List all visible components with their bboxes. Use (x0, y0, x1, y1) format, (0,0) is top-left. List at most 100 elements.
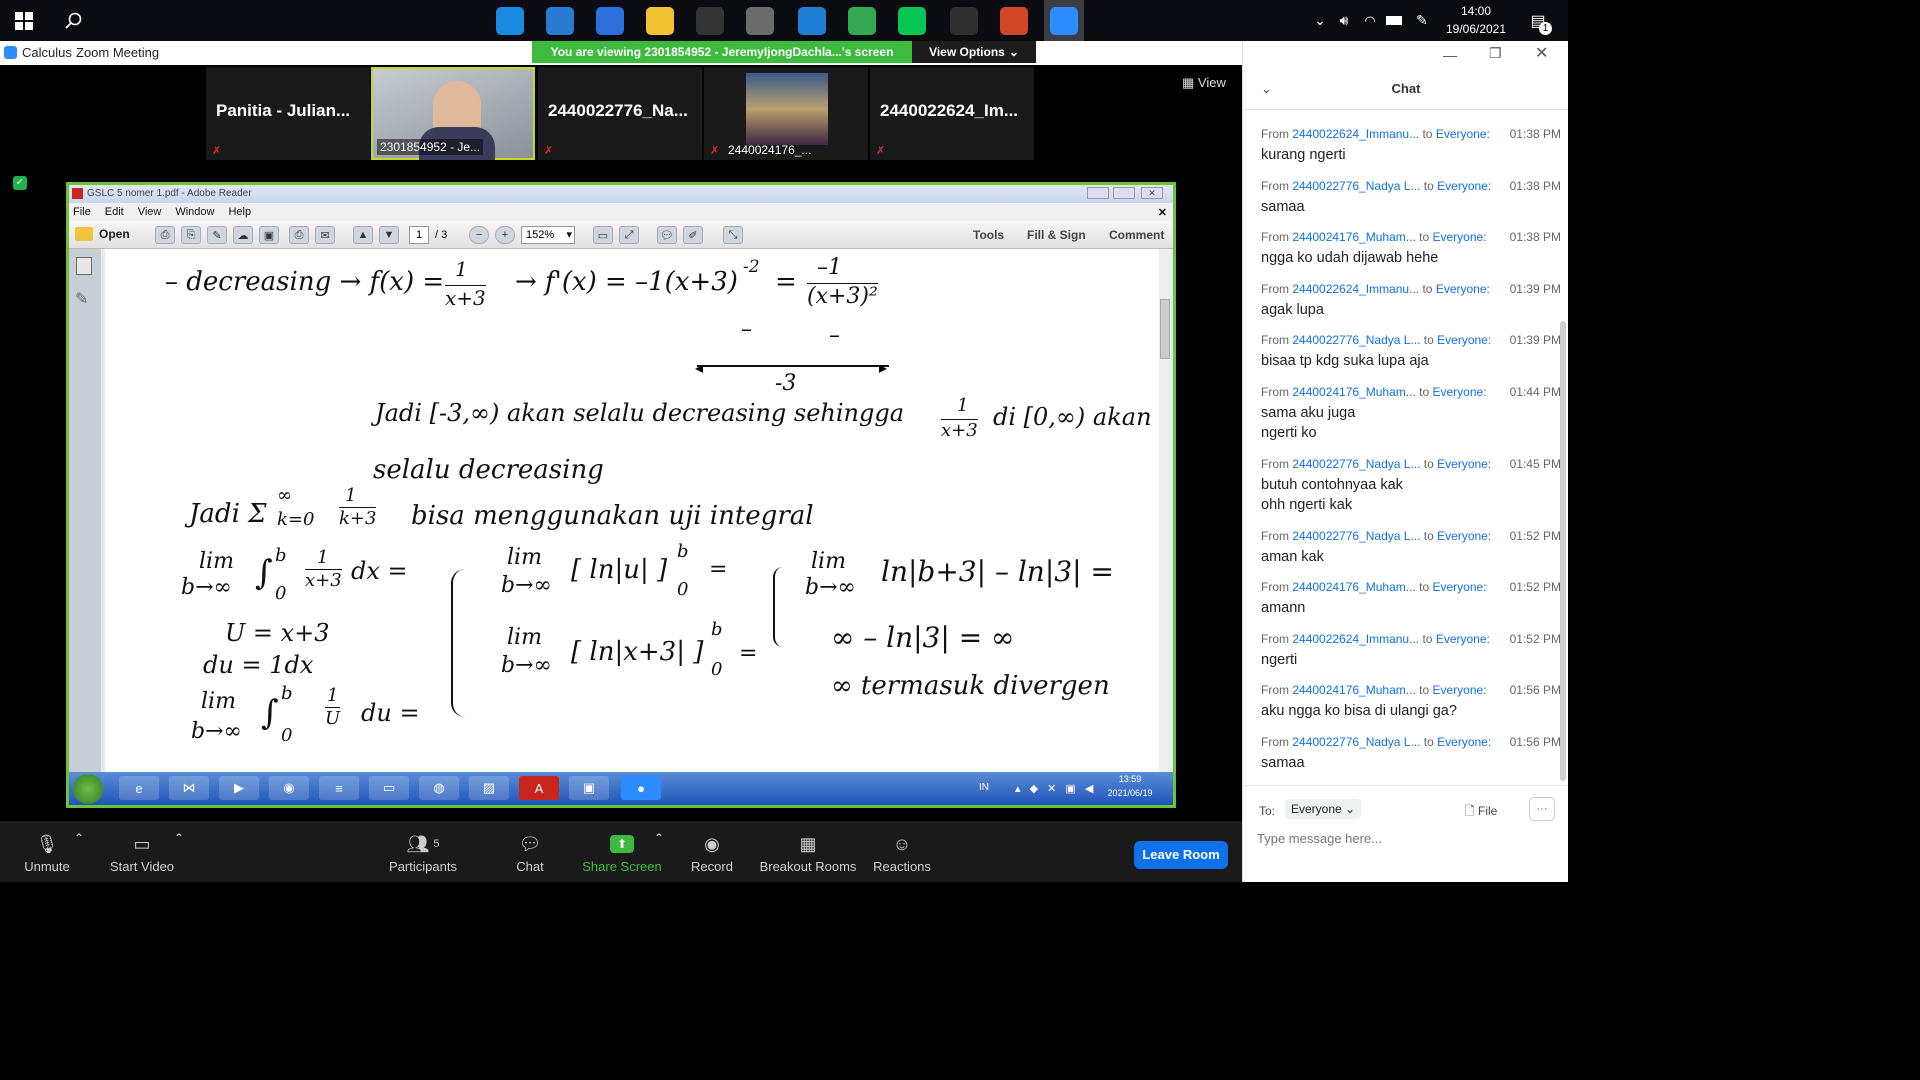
audio-options-chevron-icon[interactable]: ⌃ (72, 831, 86, 845)
taskbar-app[interactable] (740, 0, 780, 41)
taskbar-app[interactable] (792, 0, 832, 41)
taskbar-app[interactable] (690, 0, 730, 41)
clock-time[interactable]: 14:00 (1440, 4, 1512, 18)
zoom-level-select[interactable]: 152% ▾ (521, 226, 575, 244)
sender-name[interactable]: 2440022624_Immanu... (1292, 632, 1419, 646)
leave-room-button[interactable]: Leave Room (1134, 841, 1228, 869)
next-page-icon[interactable]: ▼ (379, 226, 399, 244)
send-file-button[interactable]: 🗋︎ File (1465, 802, 1497, 823)
recipient-name[interactable]: Everyone: (1437, 333, 1491, 347)
recipient-name[interactable]: Everyone: (1432, 385, 1486, 399)
attachments-icon[interactable]: ✎ (75, 289, 88, 309)
battery-icon[interactable] (1384, 0, 1404, 41)
pdf-document-page[interactable]: – decreasing → f(x) = 1 x+3 → f'(x) = –1… (105, 249, 1160, 775)
sender-name[interactable]: 2440022776_Nadya L... (1292, 529, 1420, 543)
view-button[interactable]: ▦ View (1182, 75, 1226, 91)
tools-pane-button[interactable]: Tools (973, 228, 1004, 242)
sender-name[interactable]: 2440022776_Nadya L... (1292, 457, 1420, 471)
recipient-name[interactable]: Everyone: (1432, 683, 1486, 697)
start-button[interactable] (0, 0, 48, 41)
chat-button[interactable]: 💬︎ Chat (504, 831, 556, 875)
restore-button[interactable] (1113, 187, 1135, 199)
paint-icon[interactable]: ▨ (469, 776, 509, 800)
recipient-name[interactable]: Everyone: (1436, 282, 1490, 296)
clock-date[interactable]: 19/06/2021 (1440, 22, 1512, 36)
comment-bubble-icon[interactable]: 💬︎ (657, 226, 677, 244)
adobe-reader-icon[interactable]: A (519, 776, 559, 800)
chat-message-input[interactable] (1257, 827, 1553, 849)
start-video-button[interactable]: ▭ Start Video (102, 831, 182, 875)
recipient-name[interactable]: Everyone: (1437, 457, 1491, 471)
taskbar-app[interactable] (540, 0, 580, 41)
visual-studio-icon[interactable]: ⋈ (169, 776, 209, 800)
participant-tile[interactable]: Panitia - Julian... ✗ (206, 67, 370, 160)
folder-icon[interactable]: ▭ (369, 776, 409, 800)
sender-name[interactable]: 2440024176_Muham... (1292, 230, 1415, 244)
stack-app-icon[interactable]: ≡ (319, 776, 359, 800)
recipient-name[interactable]: Everyone: (1437, 529, 1491, 543)
chevron-up-icon[interactable]: ⌄ (1310, 0, 1330, 41)
chrome-icon[interactable]: ◍ (419, 776, 459, 800)
save-icon[interactable]: ▣ (259, 226, 279, 244)
fit-page-icon[interactable]: ▭ (593, 226, 613, 244)
view-options-button[interactable]: View Options ⌄ (912, 41, 1036, 63)
remote-clock-date[interactable]: 2021/06/19 (1095, 788, 1165, 798)
screen-icon[interactable]: ▣ (569, 776, 609, 800)
full-screen-icon[interactable]: ⤡ (723, 226, 743, 244)
notification-center-button[interactable]: ▤ 1 (1520, 0, 1556, 41)
reactions-button[interactable]: ☺ Reactions (868, 831, 936, 875)
recipient-select[interactable]: Everyone ⌄ (1285, 799, 1362, 819)
participant-tile[interactable]: 2440022776_Na... ✗ (538, 67, 702, 160)
participant-tile[interactable]: 2440022624_Im... ✗ (870, 67, 1034, 160)
participants-button[interactable]: 👥︎ 5 Participants (386, 831, 460, 875)
restore-window-icon[interactable]: ❐ (1489, 45, 1502, 62)
sender-name[interactable]: 2440022776_Nadya L... (1292, 735, 1420, 749)
fit-width-icon[interactable]: ⤢ (619, 226, 639, 244)
scrollbar-thumb[interactable] (1160, 299, 1170, 359)
export-pdf-icon[interactable]: ⎘ (181, 226, 201, 244)
language-indicator[interactable]: IN (979, 782, 989, 793)
taskbar-app[interactable] (842, 0, 882, 41)
taskbar-app[interactable] (892, 0, 932, 41)
open-button[interactable]: Open (75, 227, 130, 241)
minimize-button[interactable] (1087, 187, 1109, 199)
remote-start-icon[interactable] (73, 774, 103, 804)
encryption-shield-icon[interactable]: ✓ (13, 176, 27, 190)
taskbar-app[interactable] (994, 0, 1034, 41)
page-number-input[interactable]: 1 (409, 226, 429, 244)
internet-explorer-icon[interactable]: e (119, 776, 159, 800)
sender-name[interactable]: 2440022624_Immanu... (1292, 282, 1419, 296)
edit-pdf-icon[interactable]: ✎ (207, 226, 227, 244)
sender-name[interactable]: 2440022624_Immanu... (1292, 127, 1419, 141)
taskbar-app[interactable] (640, 0, 680, 41)
recipient-name[interactable]: Everyone: (1437, 179, 1491, 193)
record-button[interactable]: ◉ Record (686, 831, 738, 875)
video-options-chevron-icon[interactable]: ⌃ (172, 831, 186, 845)
unmute-button[interactable]: 🎙︎ Unmute (14, 831, 80, 875)
taskbar-app[interactable] (1044, 0, 1084, 41)
recipient-name[interactable]: Everyone: (1432, 230, 1486, 244)
close-button[interactable]: ✕ (1141, 187, 1163, 199)
taskbar-app[interactable] (590, 0, 630, 41)
volume-icon[interactable]: 🔊︎ (1334, 0, 1354, 41)
close-window-icon[interactable]: ✕ (1535, 43, 1548, 63)
recipient-name[interactable]: Everyone: (1432, 580, 1486, 594)
upload-icon[interactable]: ☁ (233, 226, 253, 244)
comment-pane-button[interactable]: Comment (1109, 228, 1164, 242)
zoom-icon[interactable]: ● (621, 776, 661, 800)
highlight-icon[interactable]: ✐ (683, 226, 703, 244)
create-pdf-icon[interactable]: ⎙ (155, 226, 175, 244)
menu-edit[interactable]: Edit (105, 206, 124, 218)
media-player-icon[interactable]: ▶ (219, 776, 259, 800)
menu-help[interactable]: Help (228, 206, 251, 218)
close-document-icon[interactable]: ✕ (1158, 206, 1167, 219)
zoom-in-icon[interactable]: + (495, 226, 515, 244)
pdf-scrollbar[interactable] (1159, 249, 1171, 775)
share-options-chevron-icon[interactable]: ⌃ (652, 831, 666, 845)
sender-name[interactable]: 2440024176_Muham... (1292, 683, 1415, 697)
menu-file[interactable]: File (73, 206, 91, 218)
page-thumbnails-icon[interactable] (76, 257, 92, 275)
remote-clock-time[interactable]: 13:59 (1095, 774, 1165, 784)
print-icon[interactable]: ⎙ (289, 226, 309, 244)
minimize-window-icon[interactable]: — (1443, 47, 1457, 63)
